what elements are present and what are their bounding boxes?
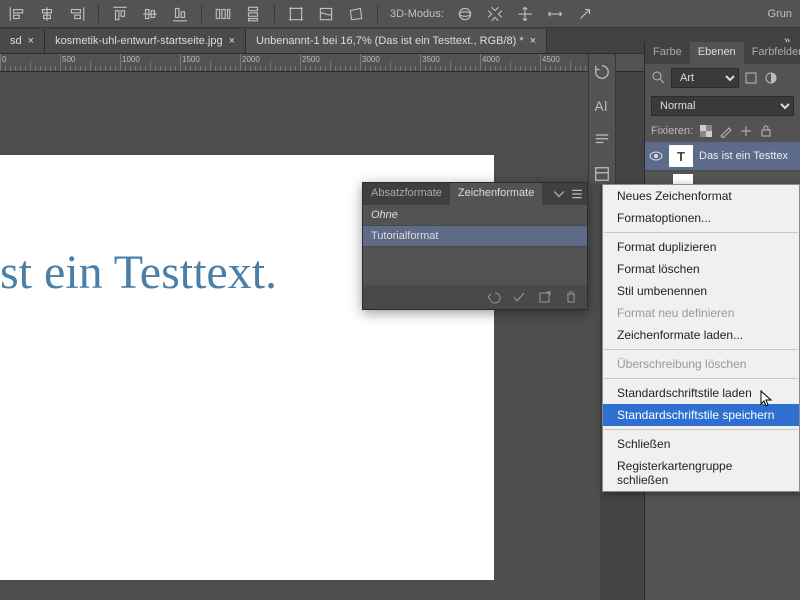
tab-character-styles[interactable]: Zeichenformate — [450, 183, 542, 205]
divider — [201, 5, 202, 23]
document-tab[interactable]: kosmetik-uhl-entwurf-startseite.jpg × — [45, 29, 246, 53]
character-styles-panel: Absatzformate Zeichenformate Ohne Tutori… — [362, 182, 588, 310]
close-icon[interactable]: × — [229, 35, 235, 47]
character-panel-icon[interactable]: A — [592, 96, 612, 116]
lock-position-icon[interactable] — [739, 124, 753, 138]
layer-row[interactable]: T Das ist ein Testtex — [645, 142, 800, 171]
menu-format-options[interactable]: Formatoptionen... — [603, 207, 799, 229]
menu-close-tab-group[interactable]: Registerkartengruppe schließen — [603, 455, 799, 491]
style-item-tutorial[interactable]: Tutorialformat — [363, 226, 587, 247]
tab-layers[interactable]: Ebenen — [690, 42, 744, 64]
menu-load-default-styles[interactable]: Standardschriftstile laden — [603, 382, 799, 404]
lock-all-icon[interactable] — [759, 124, 773, 138]
layer-thumbnail[interactable]: T — [669, 145, 693, 167]
filter-adjust-icon[interactable] — [763, 70, 779, 86]
close-icon[interactable]: × — [28, 35, 34, 47]
divider — [98, 5, 99, 23]
divider — [377, 5, 378, 23]
undo-override-icon[interactable] — [485, 289, 501, 305]
align-left-icon[interactable] — [8, 5, 26, 23]
menu-separator — [604, 349, 798, 350]
blend-mode-select[interactable]: Normal — [651, 96, 794, 116]
tab-label: Unbenannt-1 bei 16,7% (Das ist ein Testt… — [256, 35, 524, 47]
orbit-icon[interactable] — [456, 5, 474, 23]
menu-close[interactable]: Schließen — [603, 433, 799, 455]
options-toolbar: 3D-Modus: Grun — [0, 0, 800, 28]
menu-new-char-format[interactable]: Neues Zeichenformat — [603, 185, 799, 207]
menu-separator — [604, 232, 798, 233]
history-icon[interactable] — [592, 62, 612, 82]
trash-icon[interactable] — [563, 289, 579, 305]
panel-menu-icon[interactable] — [571, 188, 583, 200]
menu-redefine-format: Format neu definieren — [603, 302, 799, 324]
filter-pixel-icon[interactable] — [743, 70, 759, 86]
align-bottom-icon[interactable] — [171, 5, 189, 23]
tab-label: kosmetik-uhl-entwurf-startseite.jpg — [55, 35, 223, 47]
filter-kind-select[interactable]: Art — [671, 68, 739, 88]
mode3d-label: 3D-Modus: — [390, 8, 444, 20]
panel-context-menu: Neues Zeichenformat Formatoptionen... Fo… — [602, 184, 800, 492]
tab-swatches[interactable]: Farbfelder — [744, 42, 800, 64]
lock-pixels-icon[interactable] — [719, 124, 733, 138]
menu-clear-override: Überschreibung löschen — [603, 353, 799, 375]
menu-duplicate-format[interactable]: Format duplizieren — [603, 236, 799, 258]
align-right-icon[interactable] — [68, 5, 86, 23]
visibility-eye-icon[interactable] — [649, 149, 663, 163]
align-center-v-icon[interactable] — [141, 5, 159, 23]
align-top-icon[interactable] — [111, 5, 129, 23]
document-tab[interactable]: sd × — [0, 29, 45, 53]
menu-load-char-formats[interactable]: Zeichenformate laden... — [603, 324, 799, 346]
distort-icon[interactable] — [347, 5, 365, 23]
tab-paragraph-styles[interactable]: Absatzformate — [363, 183, 450, 205]
menu-delete-format[interactable]: Format löschen — [603, 258, 799, 280]
menu-rename-style[interactable]: Stil umbenennen — [603, 280, 799, 302]
search-icon[interactable] — [651, 70, 667, 86]
warp-icon[interactable] — [317, 5, 335, 23]
menu-save-default-styles[interactable]: Standardschriftstile speichern — [603, 404, 799, 426]
pan3d-icon[interactable] — [516, 5, 534, 23]
workspace-label[interactable]: Grun — [768, 8, 792, 20]
transform-icon[interactable] — [287, 5, 305, 23]
menu-separator — [604, 378, 798, 379]
layer-name[interactable]: Das ist ein Testtex — [699, 150, 788, 162]
document-tab-active[interactable]: Unbenannt-1 bei 16,7% (Das ist ein Testt… — [246, 29, 547, 53]
tab-color[interactable]: Farbe — [645, 42, 690, 64]
collapse-icon[interactable] — [553, 188, 565, 200]
apply-icon[interactable] — [511, 289, 527, 305]
roll-icon[interactable] — [486, 5, 504, 23]
scale3d-icon[interactable] — [576, 5, 594, 23]
divider — [274, 5, 275, 23]
text-layer-content[interactable]: st ein Testtext. — [0, 245, 277, 300]
align-center-h-icon[interactable] — [38, 5, 56, 23]
distribute-v-icon[interactable] — [244, 5, 262, 23]
distribute-h-icon[interactable] — [214, 5, 232, 23]
lock-transparency-icon[interactable] — [699, 124, 713, 138]
canvas-area[interactable]: st ein Testtext. — [0, 72, 600, 600]
panel-footer — [363, 285, 587, 309]
lock-label: Fixieren: — [651, 125, 693, 137]
svg-text:A: A — [595, 99, 605, 114]
paragraph-panel-icon[interactable] — [592, 130, 612, 150]
styles-list: Ohne Tutorialformat — [363, 205, 587, 285]
style-item-none[interactable]: Ohne — [363, 205, 587, 226]
menu-separator — [604, 429, 798, 430]
slide-icon[interactable] — [546, 5, 564, 23]
new-style-icon[interactable] — [537, 289, 553, 305]
close-icon[interactable]: × — [530, 35, 536, 47]
tab-label: sd — [10, 35, 22, 47]
collapsed-panel-dock: A — [588, 54, 616, 184]
styles-panel-icon[interactable] — [592, 164, 612, 184]
